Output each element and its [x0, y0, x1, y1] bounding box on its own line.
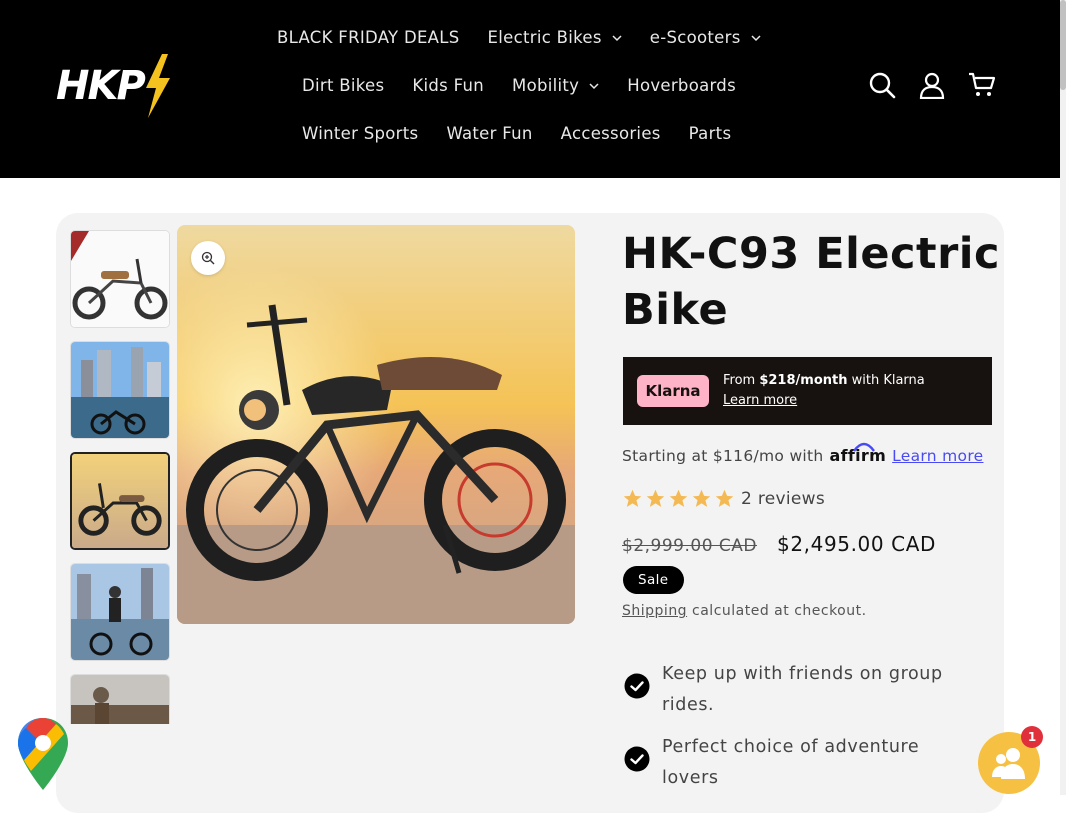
nav-accessories[interactable]: Accessories: [561, 124, 661, 143]
thumbnail-3[interactable]: [70, 452, 170, 550]
shipping-note: Shipping calculated at checkout.: [622, 603, 867, 619]
check-circle-icon: [624, 746, 650, 772]
site-header: HKP BLACK FRIDAY DEALS Electric Bikes e-…: [0, 0, 1060, 178]
nav-label: Winter Sports: [302, 124, 419, 143]
people-icon: [992, 748, 1025, 779]
feature-item: Perfect choice of adventure lovers: [624, 732, 982, 794]
nav-label: Kids Fun: [412, 76, 485, 95]
cart-icon[interactable]: [968, 71, 996, 99]
thumbnail-4[interactable]: [70, 563, 170, 661]
chevron-down-icon: [589, 82, 599, 89]
nav-e-scooters[interactable]: e-Scooters: [650, 28, 761, 47]
star-icon: [623, 489, 642, 507]
thumbnail-gallery[interactable]: [70, 230, 172, 724]
nav-label: e-Scooters: [649, 28, 741, 47]
nav-row-3: Winter Sports Water Fun Accessories Part…: [302, 124, 759, 143]
nav-winter-sports[interactable]: Winter Sports: [302, 124, 418, 143]
price-block: $2,999.00 CAD $2,495.00 CAD: [622, 532, 936, 556]
rating-stars: [622, 488, 735, 509]
thumbnail-2[interactable]: [70, 341, 170, 439]
thumbnail-5[interactable]: [70, 674, 170, 724]
star-icon: [715, 489, 734, 507]
reviews-count[interactable]: 2 reviews: [741, 489, 825, 509]
bike-photo: [177, 225, 575, 624]
nav-label: Accessories: [560, 124, 661, 143]
search-icon[interactable]: [868, 71, 896, 99]
star-icon: [646, 489, 665, 507]
logo-text: HKP: [56, 63, 146, 109]
klarna-text: From $218/month with Klarna Learn more: [723, 371, 925, 411]
scrollbar-thumb[interactable]: [1060, 0, 1066, 90]
chevron-down-icon: [751, 34, 761, 41]
klarna-logo: Klarna: [637, 375, 709, 407]
nav-water-fun[interactable]: Water Fun: [446, 124, 532, 143]
klarna-prefix: From: [723, 373, 760, 388]
lightning-bolt-icon: [145, 54, 170, 118]
feature-item: Keep up with friends on group rides.: [624, 659, 982, 721]
sale-badge: Sale: [623, 566, 684, 594]
page-scrollbar[interactable]: [1060, 0, 1066, 795]
sale-price: $2,495.00 CAD: [777, 532, 937, 556]
nav-parts[interactable]: Parts: [689, 124, 732, 143]
nav-label: Hoverboards: [627, 76, 736, 95]
shipping-link[interactable]: Shipping: [622, 603, 687, 619]
thumbnail-1[interactable]: [70, 230, 170, 328]
nav-label: Parts: [688, 124, 732, 143]
shipping-text: calculated at checkout.: [687, 603, 867, 619]
product-title: HK-C93 Electric Bike: [622, 229, 1001, 335]
klarna-suffix: with Klarna: [847, 373, 925, 388]
nav-label: Electric Bikes: [487, 28, 602, 47]
nav-row-2: Dirt Bikes Kids Fun Mobility Hoverboards: [302, 76, 764, 95]
thumbnail-bike-image: [71, 231, 169, 327]
main-product-image[interactable]: [177, 225, 575, 624]
klarna-banner: Klarna From $218/month with Klarna Learn…: [623, 357, 992, 425]
nav-label: Dirt Bikes: [302, 76, 385, 95]
klarna-learn-more-link[interactable]: Learn more: [723, 391, 925, 411]
nav-dirt-bikes[interactable]: Dirt Bikes: [302, 76, 384, 95]
star-icon: [692, 489, 711, 507]
feature-text: Keep up with friends on group rides.: [662, 664, 943, 715]
chevron-down-icon: [612, 34, 622, 41]
zoom-in-icon: [201, 251, 215, 265]
nav-label: Mobility: [512, 76, 580, 95]
nav-label: BLACK FRIDAY DEALS: [277, 28, 460, 47]
header-actions: [868, 71, 996, 99]
thumbnail-dirt-image: [71, 675, 169, 724]
regular-price: $2,999.00 CAD: [622, 536, 758, 556]
chat-notification-badge: 1: [1021, 726, 1043, 748]
nav-row-1: BLACK FRIDAY DEALS Electric Bikes e-Scoo…: [277, 28, 789, 47]
check-circle-icon: [624, 673, 650, 699]
affirm-logo: affirm: [830, 442, 887, 465]
product-rating[interactable]: 2 reviews: [622, 488, 825, 509]
nav-label: Water Fun: [446, 124, 533, 143]
nav-electric-bikes[interactable]: Electric Bikes: [488, 28, 622, 47]
nav-hoverboards[interactable]: Hoverboards: [627, 76, 736, 95]
klarna-amount: $218/month: [759, 373, 848, 388]
thumbnail-sunset-image: [72, 454, 168, 548]
nav-kids-fun[interactable]: Kids Fun: [412, 76, 484, 95]
thumbnail-rider-image: [71, 564, 169, 660]
affirm-promo: Starting at $116/mo with affirm Learn mo…: [622, 442, 984, 465]
nav-mobility[interactable]: Mobility: [512, 76, 599, 95]
site-logo[interactable]: HKP: [56, 54, 172, 118]
nav-black-friday-deals[interactable]: BLACK FRIDAY DEALS: [277, 28, 460, 47]
account-icon[interactable]: [918, 71, 946, 99]
affirm-arc-icon: [852, 442, 875, 452]
affirm-text: Starting at $116/mo with: [622, 447, 824, 465]
star-icon: [669, 489, 688, 507]
zoom-button[interactable]: [191, 241, 225, 275]
thumbnail-city-image: [71, 342, 169, 438]
affirm-learn-more-link[interactable]: Learn more: [892, 447, 983, 465]
feature-text: Perfect choice of adventure lovers: [662, 737, 920, 788]
google-maps-icon[interactable]: [16, 716, 70, 792]
